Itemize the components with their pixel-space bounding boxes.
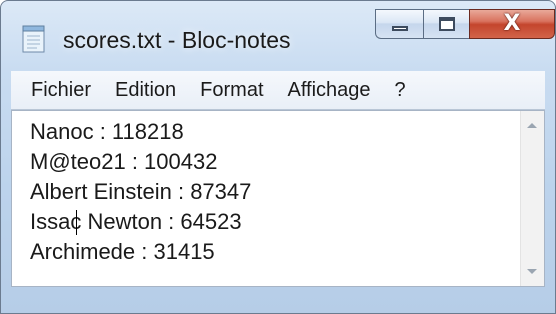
menu-fichier[interactable]: Fichier bbox=[11, 79, 103, 102]
text-line: Nanoc : 118218 bbox=[30, 119, 184, 144]
text-line: Archimede : 31415 bbox=[30, 239, 215, 264]
window-title: scores.txt - Bloc-notes bbox=[63, 27, 291, 53]
title-bar[interactable]: scores.txt - Bloc-notes X bbox=[1, 1, 555, 71]
text-line-with-caret: Issac Newton : 64523 bbox=[30, 207, 520, 237]
maximize-button[interactable] bbox=[423, 9, 469, 39]
menu-help[interactable]: ? bbox=[383, 79, 418, 102]
caption-buttons: X bbox=[375, 9, 555, 39]
close-icon: X bbox=[503, 11, 521, 36]
menu-edition[interactable]: Edition bbox=[103, 79, 188, 102]
scroll-down-icon[interactable] bbox=[527, 269, 537, 274]
notepad-window: scores.txt - Bloc-notes X Fichier Editio… bbox=[0, 0, 556, 314]
menu-bar: Fichier Edition Format Affichage ? bbox=[11, 71, 545, 110]
text-editor[interactable]: Nanoc : 118218 M@teo21 : 100432 Albert E… bbox=[11, 110, 545, 287]
text-caret bbox=[76, 210, 77, 235]
minimize-button[interactable] bbox=[375, 9, 423, 39]
vertical-scrollbar[interactable] bbox=[520, 111, 544, 286]
notepad-icon bbox=[22, 25, 45, 53]
text-content[interactable]: Nanoc : 118218 M@teo21 : 100432 Albert E… bbox=[12, 111, 520, 286]
minimize-icon bbox=[391, 25, 408, 31]
menu-affichage[interactable]: Affichage bbox=[276, 79, 383, 102]
maximize-icon bbox=[438, 17, 455, 31]
text-line: Albert Einstein : 87347 bbox=[30, 179, 252, 204]
close-button[interactable]: X bbox=[469, 9, 555, 39]
menu-format[interactable]: Format bbox=[188, 79, 275, 102]
scroll-up-icon[interactable] bbox=[527, 123, 537, 128]
text-line-text: Issac Newton : 64523 bbox=[30, 209, 242, 234]
text-line: M@teo21 : 100432 bbox=[30, 149, 218, 174]
